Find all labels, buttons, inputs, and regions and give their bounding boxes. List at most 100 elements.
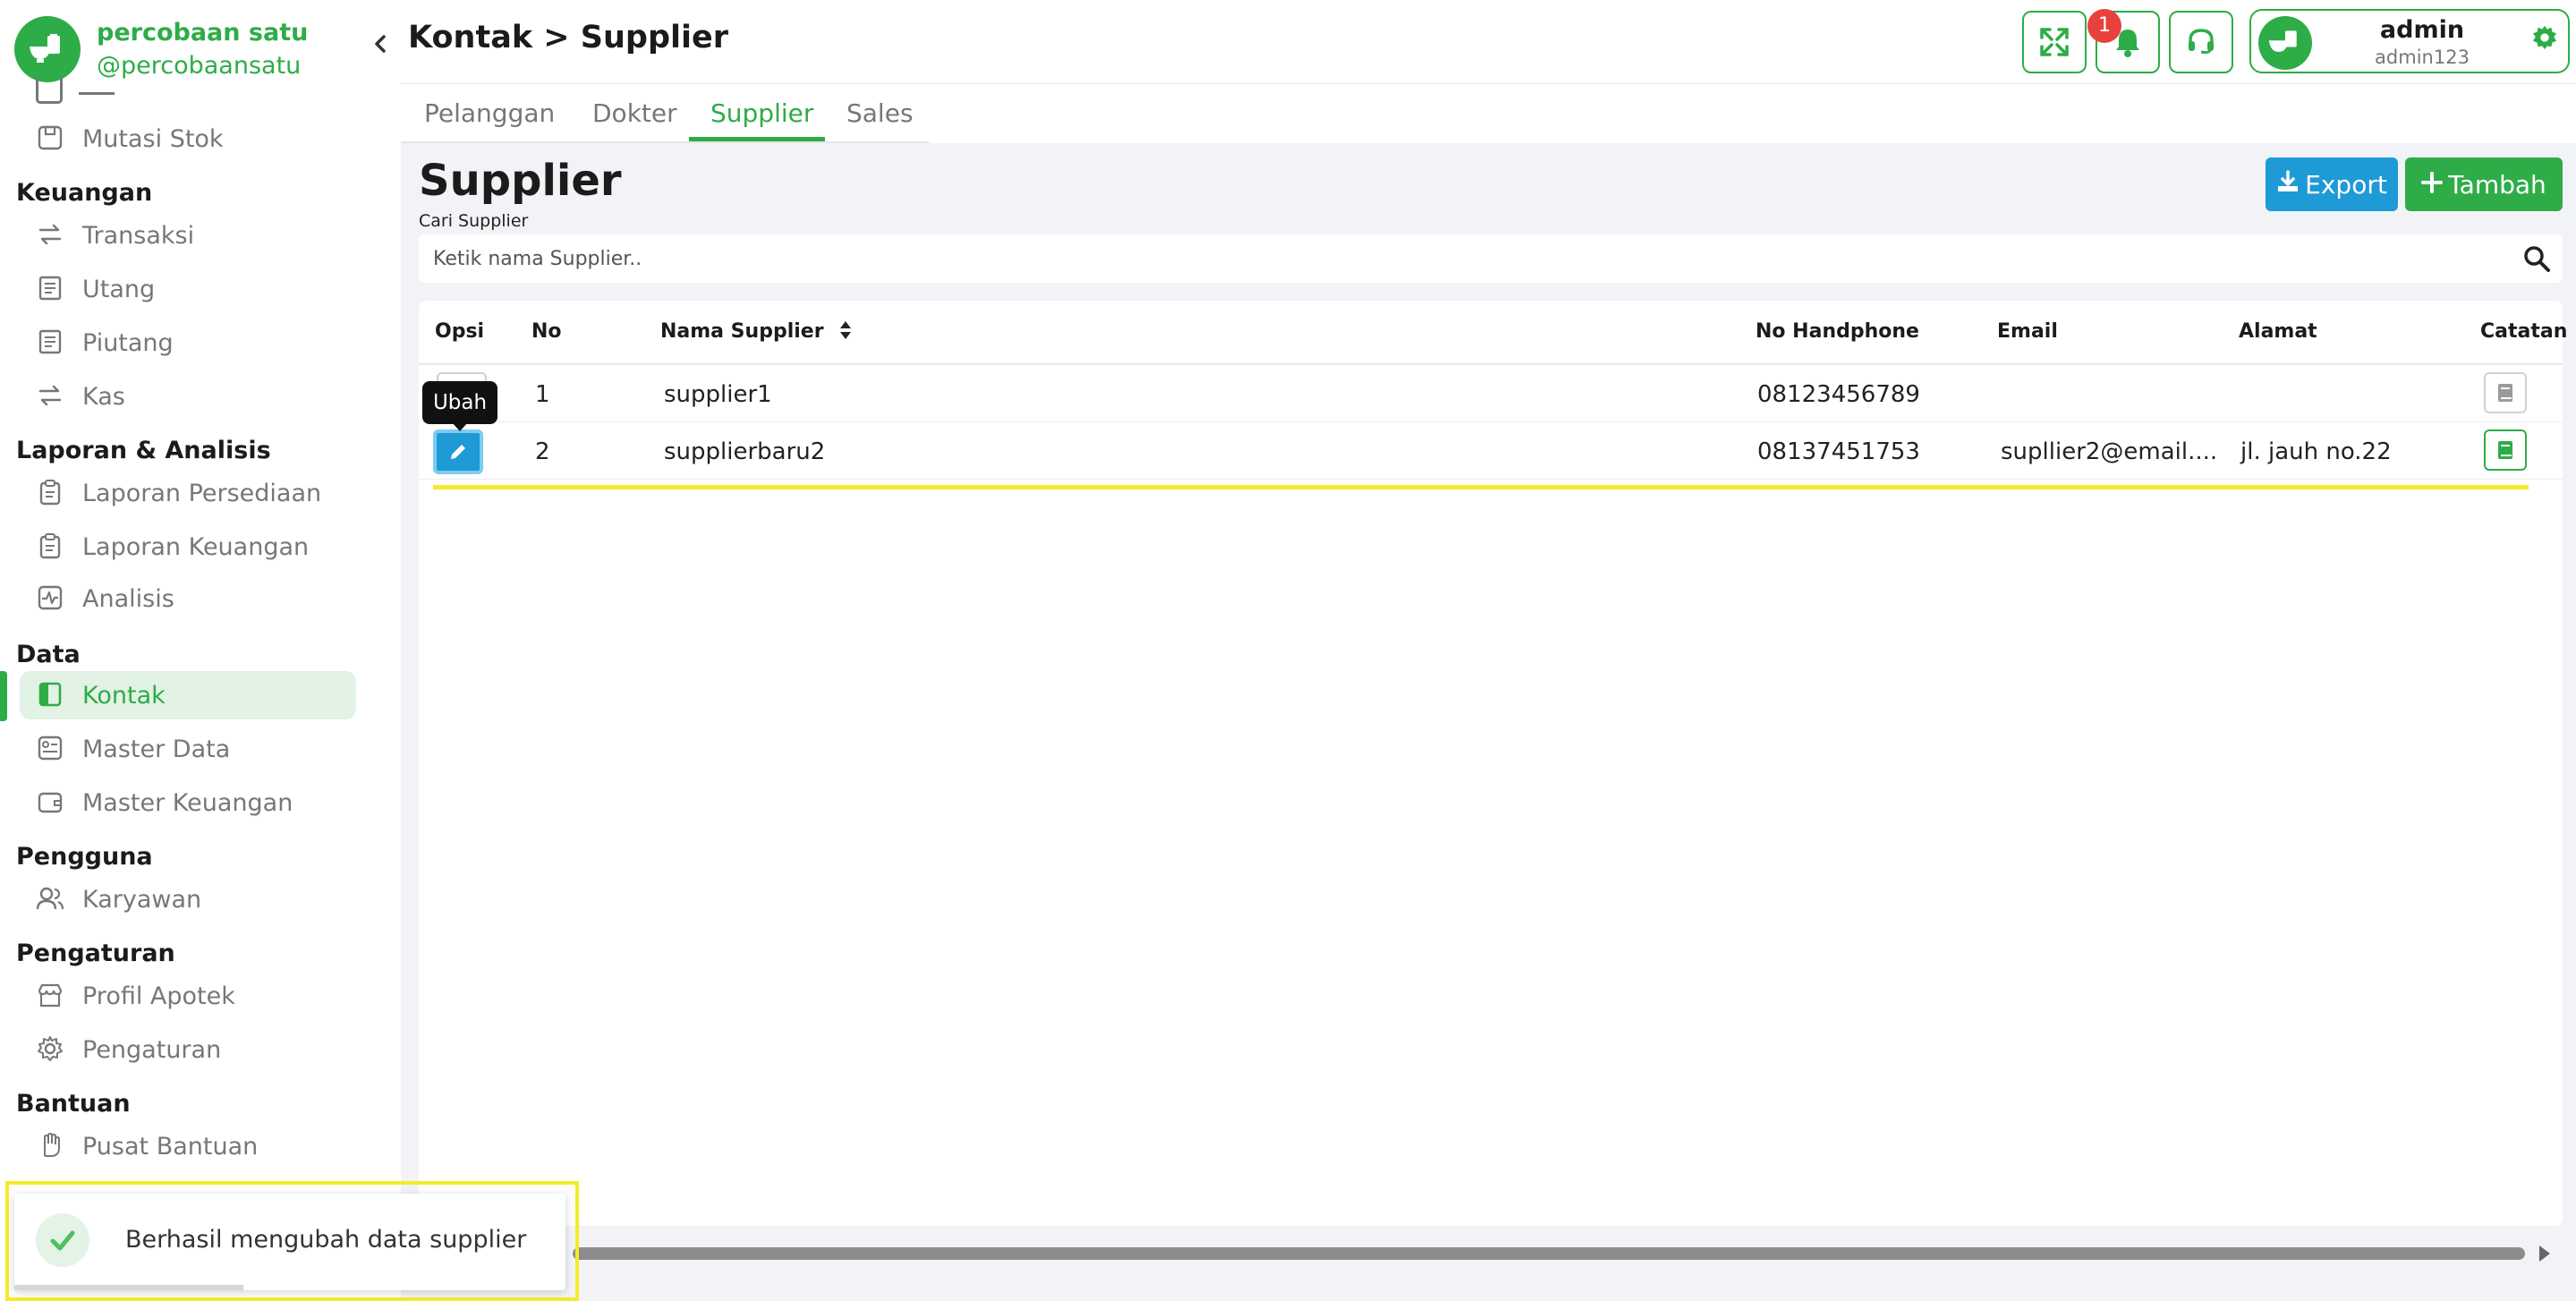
sidebar-item-label: Master Keuangan xyxy=(82,788,293,817)
cell-address: jl. jauh no.22 xyxy=(2240,438,2392,465)
sidebar-item-pengaturan[interactable]: Pengaturan xyxy=(20,1025,356,1074)
export-label: Export xyxy=(2305,169,2387,200)
sidebar-section-title: Pengguna xyxy=(16,843,153,871)
brand-name: percobaan satu xyxy=(97,19,309,47)
search-label: Cari Supplier xyxy=(419,211,529,231)
cell-no: 2 xyxy=(535,438,550,465)
horizontal-scrollbar-thumb[interactable] xyxy=(573,1247,2525,1260)
box-icon xyxy=(36,124,64,153)
sidebar-item-pusat-bantuan[interactable]: Pusat Bantuan xyxy=(20,1122,356,1170)
support-button[interactable] xyxy=(2169,11,2233,73)
user-name: admin xyxy=(2379,16,2465,44)
contact-book-icon xyxy=(36,681,64,710)
headset-icon xyxy=(2189,29,2214,55)
highlight-underline xyxy=(433,485,2529,489)
database-icon xyxy=(36,735,64,763)
note-button[interactable] xyxy=(2484,372,2527,413)
column-header-nama-supplier[interactable]: Nama Supplier xyxy=(660,320,852,344)
book-icon xyxy=(2498,384,2512,402)
edit-button[interactable] xyxy=(433,429,483,474)
user-profile-card[interactable]: admin admin123 xyxy=(2249,9,2570,73)
sidebar-item-laporan-persediaan[interactable]: Laporan Persediaan xyxy=(20,469,356,517)
sidebar-item-label: Master Data xyxy=(82,735,231,763)
sidebar-item-mutasi-stok[interactable]: Mutasi Stok xyxy=(20,115,356,163)
column-header-catatan: Catatan xyxy=(2480,320,2568,343)
sidebar-item-master-data[interactable]: Master Data xyxy=(20,725,356,773)
toast-progress-bar xyxy=(14,1285,243,1290)
table-row: 1 supplier1 08123456789 xyxy=(419,365,2563,422)
exchange-icon xyxy=(36,382,64,411)
tooltip-arrow xyxy=(452,422,468,431)
add-label: Tambah xyxy=(2448,169,2546,200)
pencil-icon xyxy=(451,445,465,459)
sidebar-item-label: Piutang xyxy=(82,328,174,357)
export-button[interactable]: Export xyxy=(2266,157,2398,211)
gear-icon[interactable] xyxy=(2532,25,2557,57)
search-icon[interactable] xyxy=(2521,243,2552,274)
avatar xyxy=(2258,16,2312,70)
tab-dokter[interactable]: Dokter xyxy=(592,98,677,128)
sidebar-item-laporan-keuangan[interactable]: Laporan Keuangan xyxy=(20,523,356,571)
active-indicator xyxy=(0,671,7,721)
sidebar-item-karyawan[interactable]: Karyawan xyxy=(20,875,356,923)
breadcrumb: Kontak > Supplier xyxy=(408,20,729,55)
search-input[interactable] xyxy=(433,243,2491,274)
users-icon xyxy=(36,885,64,914)
column-header-no: No xyxy=(531,320,562,343)
tab-pelanggan[interactable]: Pelanggan xyxy=(424,98,555,128)
main-content: Supplier Export Tambah Cari Supplier xyxy=(401,143,2576,1301)
note-button[interactable] xyxy=(2484,429,2527,471)
sidebar-item-label: Analisis xyxy=(82,584,174,613)
user-id: admin123 xyxy=(2375,47,2470,68)
sidebar-item-partial xyxy=(79,88,115,95)
box-icon xyxy=(36,77,63,104)
success-toast[interactable]: Berhasil mengubah data supplier xyxy=(14,1194,565,1290)
sidebar-item-label: Utang xyxy=(82,275,156,303)
sidebar-item-analisis[interactable]: Analisis xyxy=(20,574,356,623)
sidebar-item-kontak[interactable]: Kontak xyxy=(20,671,356,719)
mortar-bottle-icon xyxy=(30,34,60,63)
tab-sales[interactable]: Sales xyxy=(846,98,914,128)
sort-icon[interactable] xyxy=(839,320,852,344)
notification-badge: 1 xyxy=(2087,9,2121,43)
tooltip: Ubah xyxy=(422,381,497,424)
sidebar-item-label: Laporan Persediaan xyxy=(82,479,322,507)
gear-icon xyxy=(36,1035,64,1064)
sidebar: percobaan satu @percobaansatu Mutasi Sto… xyxy=(0,0,376,1301)
add-supplier-button[interactable]: Tambah xyxy=(2405,157,2563,211)
sidebar-item-utang[interactable]: Utang xyxy=(20,265,356,313)
active-tab-underline xyxy=(689,137,825,141)
sidebar-item-label: Pusat Bantuan xyxy=(82,1132,259,1161)
scroll-right-arrow-icon[interactable] xyxy=(2539,1246,2550,1262)
sidebar-item-piutang[interactable]: Piutang xyxy=(20,319,356,367)
activity-icon xyxy=(36,584,64,613)
sidebar-item-label: Kas xyxy=(82,382,125,411)
fullscreen-button[interactable] xyxy=(2022,11,2087,73)
sidebar-item-master-keuangan[interactable]: Master Keuangan xyxy=(20,778,356,827)
plus-icon xyxy=(2421,170,2444,200)
sidebar-section-title: Pengaturan xyxy=(16,940,175,967)
brand[interactable]: percobaan satu @percobaansatu xyxy=(14,16,308,82)
column-header-no-handphone: No Handphone xyxy=(1756,320,1919,343)
sidebar-item-transaksi[interactable]: Transaksi xyxy=(20,211,356,259)
sidebar-item-label: Profil Apotek xyxy=(82,982,235,1010)
cell-email: supllier2@email.... xyxy=(2001,438,2218,465)
chevron-left-icon[interactable] xyxy=(367,30,394,57)
sidebar-item-label: Mutasi Stok xyxy=(82,124,224,153)
sidebar-section-title: Bantuan xyxy=(16,1090,131,1118)
column-header-alamat: Alamat xyxy=(2239,320,2317,343)
cell-phone: 08123456789 xyxy=(1757,381,1920,408)
sidebar-item-profil-apotek[interactable]: Profil Apotek xyxy=(20,972,356,1020)
receipt-icon xyxy=(36,328,64,357)
tab-supplier[interactable]: Supplier xyxy=(710,98,813,128)
pharmacy-logo-icon xyxy=(14,16,81,82)
exchange-icon xyxy=(36,221,64,250)
sidebar-item-label: Pengaturan xyxy=(82,1035,222,1064)
sidebar-item-kas[interactable]: Kas xyxy=(20,372,356,421)
sidebar-section-title: Laporan & Analisis xyxy=(16,437,271,464)
search-box xyxy=(419,234,2563,283)
sidebar-item-label: Laporan Keuangan xyxy=(82,532,310,561)
column-header-label: Nama Supplier xyxy=(660,320,824,343)
cell-phone: 08137451753 xyxy=(1757,438,1920,465)
store-icon xyxy=(36,982,64,1010)
